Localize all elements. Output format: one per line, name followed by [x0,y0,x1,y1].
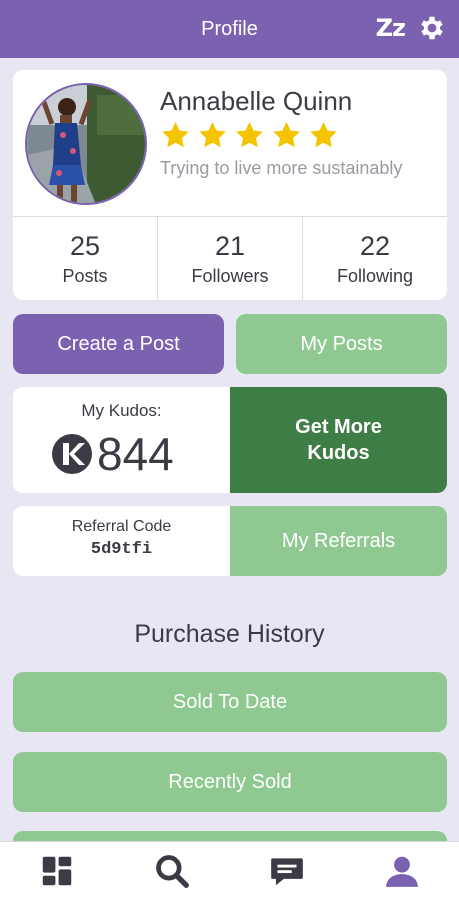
referral-label: Referral Code [71,518,172,535]
tab-bar [0,841,459,900]
star-icon [236,121,263,148]
tab-messages[interactable] [257,846,317,896]
search-icon [156,855,190,888]
star-icon [273,121,300,148]
profile-stats: 25 Posts 21 Followers 22 Following [13,216,447,300]
tab-profile[interactable] [372,846,432,896]
my-posts-button[interactable]: My Posts [236,314,447,374]
profile-icon [385,856,418,887]
star-icon [310,121,337,148]
referral-card: Referral Code 5d9tfi My Referrals [13,506,447,576]
tab-search[interactable] [142,846,202,896]
page-title: Profile [201,17,258,40]
kudos-label: My Kudos: [81,401,162,420]
rating-stars [160,120,339,151]
star-icon [162,121,189,148]
stat-label: Posts [62,266,108,286]
stat-label: Followers [191,266,269,286]
gear-icon[interactable] [417,13,447,43]
avatar-photo [27,85,145,203]
profile-name: Annabelle Quinn [160,86,353,116]
kudos-coin-icon [52,434,92,474]
stat-followers[interactable]: 21 Followers [158,217,303,300]
my-referrals-button[interactable]: My Referrals [230,506,447,576]
kudos-value: 844 [97,428,174,480]
profile-card: Annabelle Quinn Trying to live more sust… [13,70,447,300]
kudos-row: 844 [51,427,174,481]
tab-dashboard[interactable] [27,846,87,896]
star-icon [199,121,226,148]
stat-count: 25 [69,231,101,261]
referral-code: 5d9tfi [90,540,153,559]
messages-icon [271,858,303,886]
recently-sold-button[interactable]: Recently Sold [13,752,447,812]
sold-to-date-button[interactable]: Sold To Date [13,672,447,732]
kudos-balance: My Kudos: 844 [13,387,230,493]
snooze-icon[interactable]: Zz [376,14,406,42]
create-post-button[interactable]: Create a Post [13,314,224,374]
dashboard-icon [43,856,72,886]
kudos-card: My Kudos: 844 Get More Kudos [13,387,447,493]
top-bar: Profile Zz [0,0,459,58]
get-more-kudos-button[interactable]: Get More Kudos [230,387,447,493]
purchase-history-title: Purchase History [134,620,325,648]
stat-following[interactable]: 22 Following [303,217,447,300]
stat-posts[interactable]: 25 Posts [13,217,158,300]
stat-count: 22 [359,231,391,261]
stat-count: 21 [214,231,246,261]
profile-bio: Trying to live more sustainably [160,158,403,178]
stat-label: Following [336,266,414,286]
avatar[interactable] [25,83,147,205]
